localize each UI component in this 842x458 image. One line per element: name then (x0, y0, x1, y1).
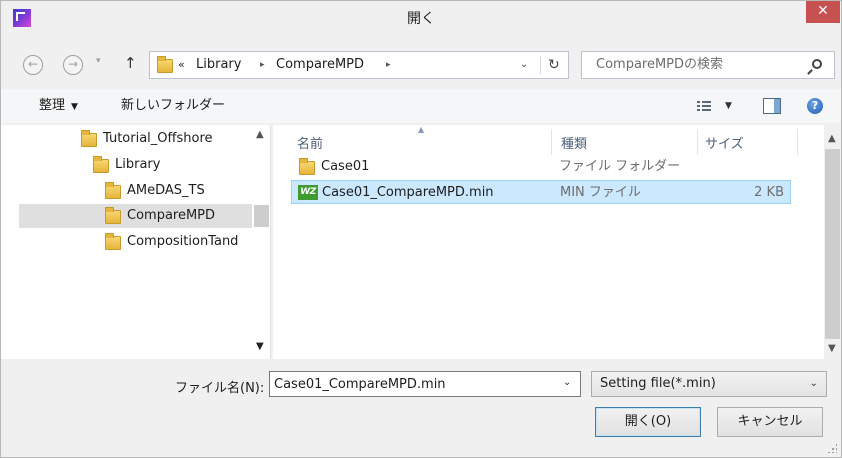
breadcrumb-overflow[interactable]: « (178, 52, 185, 78)
search-input[interactable]: CompareMPDの検索 (581, 51, 835, 79)
navigation-pane: Tutorial_Offshore Library AMeDAS_TS Comp… (1, 125, 271, 359)
file-type-filter-select[interactable]: Setting file(*.min) ⌄ (591, 371, 827, 397)
breadcrumb-separator[interactable]: ▸ (386, 52, 391, 78)
file-list-scrollbar[interactable]: ▲ ▼ (824, 125, 841, 359)
wz-file-icon: WZ (298, 185, 318, 200)
scroll-down-button[interactable]: ▼ (256, 341, 264, 352)
open-button[interactable]: 開く(O) (595, 407, 701, 437)
breadcrumb-separator[interactable]: ▸ (260, 52, 265, 78)
file-name: Case01 (321, 159, 370, 174)
tree-item-comparempd[interactable]: CompareMPD (19, 204, 252, 228)
folder-icon (105, 207, 121, 224)
search-icon[interactable] (812, 59, 822, 69)
folder-icon (105, 233, 121, 250)
scrollbar-thumb[interactable] (825, 149, 840, 339)
cancel-button[interactable]: キャンセル (717, 407, 823, 437)
tree-item-label: Library (115, 157, 161, 172)
tree-item-label: CompositionTand (127, 234, 239, 249)
file-name-label: ファイル名(N): (175, 381, 265, 396)
scroll-up-button[interactable]: ▲ (256, 129, 264, 140)
folder-icon (299, 158, 315, 175)
column-divider[interactable] (551, 129, 552, 155)
address-bar[interactable]: « Library ▸ CompareMPD ▸ ⌄ ↻ (149, 51, 569, 79)
scroll-up-button[interactable]: ▲ (828, 133, 836, 144)
tree-item-tutorial-offshore[interactable]: Tutorial_Offshore (19, 127, 255, 151)
organize-label: 整理 (39, 98, 66, 113)
file-row-case01-comparempd-min[interactable]: WZ Case01_CompareMPD.min MIN ファイル 2 KB (291, 180, 791, 204)
help-icon[interactable]: ? (807, 98, 823, 114)
scroll-down-button[interactable]: ▼ (828, 343, 836, 354)
file-size: 2 KB (754, 185, 784, 200)
view-options-icon[interactable] (697, 101, 711, 111)
open-file-dialog: 開く ✕ ← → ▾ ↑ « Library ▸ CompareMPD ▸ ⌄ … (0, 0, 842, 458)
tree-item-label: CompareMPD (127, 208, 216, 223)
tree-item-amedas-ts[interactable]: AMeDAS_TS (19, 179, 255, 203)
divider (540, 56, 541, 74)
back-button[interactable]: ← (23, 55, 43, 75)
breadcrumb-comparempd[interactable]: CompareMPD (276, 52, 364, 78)
search-placeholder: CompareMPDの検索 (596, 57, 724, 72)
title-bar: 開く ✕ (1, 1, 841, 37)
file-name-input[interactable] (269, 371, 581, 397)
scrollbar-thumb[interactable] (254, 205, 269, 227)
file-type: MIN ファイル (560, 185, 641, 200)
column-divider[interactable] (797, 129, 798, 155)
chevron-down-icon: ▼ (71, 102, 78, 112)
preview-pane-icon[interactable] (763, 98, 781, 114)
up-button[interactable]: ↑ (124, 54, 137, 72)
folder-icon (93, 156, 109, 173)
column-divider[interactable] (697, 129, 698, 155)
sort-indicator-icon: ▲ (418, 125, 425, 134)
navigation-pane-scrollbar[interactable]: ▲ ▼ (252, 125, 270, 359)
file-type: ファイル フォルダー (559, 159, 681, 174)
tree-item-compositiontand[interactable]: CompositionTand (19, 230, 255, 254)
file-row-case01[interactable]: Case01 ファイル フォルダー (291, 155, 791, 179)
refresh-button[interactable]: ↻ (548, 52, 560, 78)
file-name: Case01_CompareMPD.min (322, 185, 494, 200)
folder-icon (157, 56, 173, 73)
file-name-dropdown-button[interactable]: ⌄ (563, 377, 571, 388)
file-type-filter-value: Setting file(*.min) (600, 376, 716, 391)
close-button[interactable]: ✕ (806, 1, 840, 23)
chevron-down-icon: ⌄ (809, 378, 818, 389)
file-list: ▲ 名前 種類 サイズ Case01 ファイル フォルダー WZ Case01_… (273, 125, 841, 359)
recent-locations-button[interactable]: ▾ (96, 56, 101, 66)
column-header-size[interactable]: サイズ (705, 133, 744, 152)
navigation-bar: ← → ▾ ↑ « Library ▸ CompareMPD ▸ ⌄ ↻ Com… (1, 45, 841, 85)
window-title: 開く (407, 11, 435, 27)
folder-icon (105, 182, 121, 199)
organize-button[interactable]: 整理 ▼ (39, 89, 78, 124)
toolbar: 整理 ▼ 新しいフォルダー ▼ ? (1, 89, 841, 123)
breadcrumb-library[interactable]: Library (196, 52, 241, 78)
resize-grip-icon[interactable] (827, 443, 837, 453)
folder-icon (81, 130, 97, 147)
column-header-name[interactable]: 名前 (297, 133, 323, 152)
forward-button[interactable]: → (63, 55, 83, 75)
view-dropdown-button[interactable]: ▼ (725, 89, 732, 123)
tree-item-label: AMeDAS_TS (127, 183, 205, 198)
column-header-type[interactable]: 種類 (561, 133, 587, 152)
new-folder-button[interactable]: 新しいフォルダー (121, 89, 225, 123)
address-dropdown-button[interactable]: ⌄ (520, 52, 528, 78)
tree-item-library[interactable]: Library (19, 153, 255, 177)
tree-item-label: Tutorial_Offshore (103, 131, 213, 146)
